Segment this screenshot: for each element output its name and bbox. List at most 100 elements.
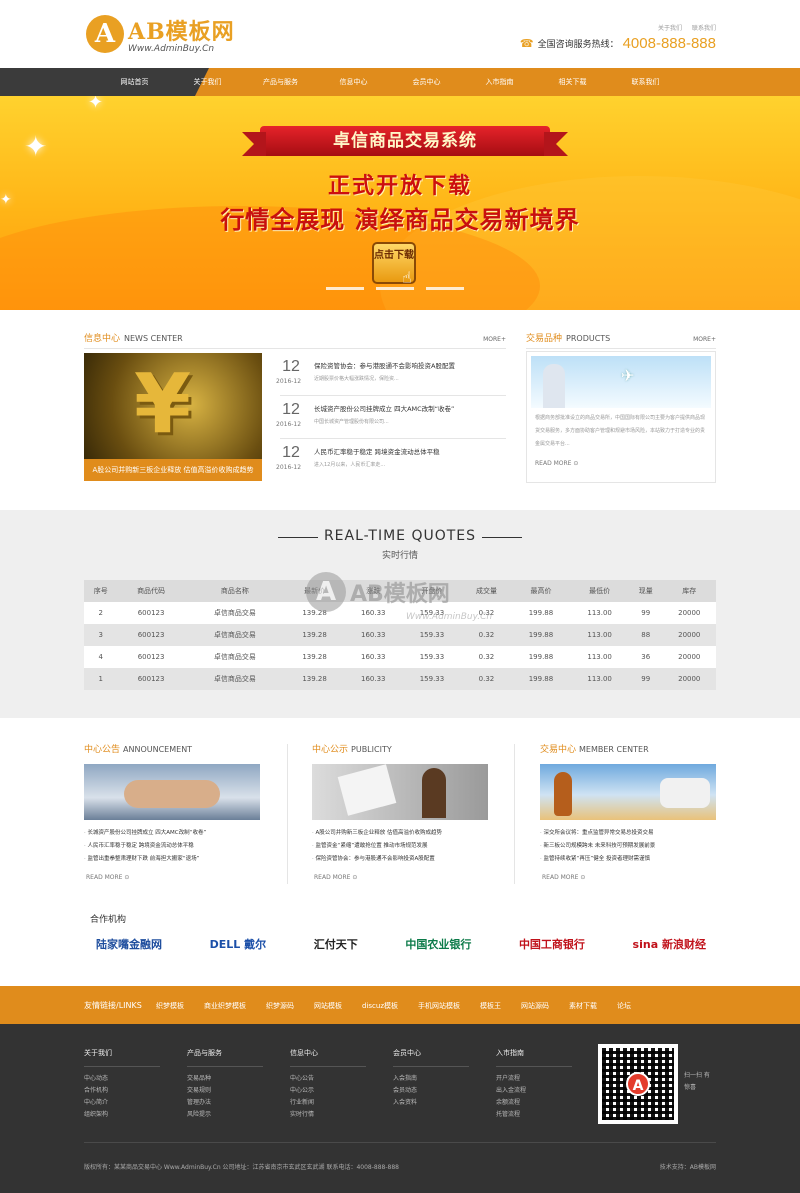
friend-link[interactable]: 商业织梦模板 [204,1001,246,1011]
partner-logo-dell[interactable]: DELL 戴尔 [210,936,267,952]
news-center: 信息中心 NEWS CENTER MORE+ ¥ A股公司并购新三板企业释放 估值… [84,331,506,481]
list-item[interactable]: 长城资产股份公司挂牌成立 四大AMC改制“收卷” [84,827,207,840]
column-title: 交易中心 [540,745,577,755]
col-header: 库存 [662,580,716,602]
table-cell: 160.33 [343,646,403,668]
friend-link[interactable]: 手机网站模板 [418,1001,460,1011]
partner-logo-huifu[interactable]: 汇付天下 [314,936,358,952]
nav-item-contact[interactable]: 联系我们 [609,68,682,96]
footer: 关于我们 中心动态 合作机构 中心简介 组织架构 产品与服务 交易品种 交易规则 管理办法 风险提… [0,1024,800,1193]
footer-link[interactable]: 实时行情 [290,1109,393,1121]
partner-logos: 陆家嘴金融网 DELL 戴尔 汇付天下 中国农业银行 中国工商银行 sina 新… [96,936,706,952]
friend-link[interactable]: 论坛 [617,1001,631,1011]
partner-logo-sina[interactable]: sina 新浪财经 [633,936,706,952]
product-image[interactable]: ✈ [531,356,711,408]
news-item[interactable]: 12 2016-12 保险资管协会：参与港股通不会影响投资A股配置 近期股票价格… [276,353,506,396]
footer-link[interactable]: 交易品种 [187,1073,290,1085]
site-logo[interactable]: A AB模板网 Www.AdminBuy.Cn [86,14,235,54]
footer-link[interactable]: 中心简介 [84,1097,187,1109]
nav-item-products[interactable]: 产品与服务 [244,68,317,96]
list-item[interactable]: 人民币汇率稳于稳定 跨境资金流动总体平稳 [84,840,206,853]
read-more-link[interactable]: READ MORE ⊙ [542,874,585,881]
footer-link[interactable]: 行业新闻 [290,1097,393,1109]
nav-item-news[interactable]: 信息中心 [317,68,390,96]
slider-dot[interactable] [426,287,464,290]
read-more-link[interactable]: READ MORE ⊙ [314,874,357,881]
table-cell: 113.00 [570,602,629,624]
footer-link[interactable]: 入会资料 [393,1097,496,1109]
partner-logo-abc[interactable]: 中国农业银行 [405,936,471,952]
footer-link[interactable]: 风险提示 [187,1109,290,1121]
about-link[interactable]: 关于我们 [658,25,682,32]
news-more-link[interactable]: MORE+ [483,336,506,343]
contact-link[interactable]: 联系我们 [692,25,716,32]
news-title[interactable]: 保险资管协会：参与港股通不会影响投资A股配置 [314,360,455,370]
friend-link[interactable]: 织梦源码 [266,1001,294,1011]
hero-banner[interactable]: ✦ ✦ ✦ 卓信商品交易系统 正式开放下载 行情全展现 演绎商品交易新境界 点击… [0,96,800,310]
partner-logo-icbc[interactable]: 中国工商银行 [519,936,585,952]
products-title-en: PRODUCTS [566,334,611,343]
list-item[interactable]: 深交所会议将：重点监管异常交易总投资交易 [540,827,655,840]
footer-link[interactable]: 交易规则 [187,1085,290,1097]
friend-link[interactable]: 网站模板 [314,1001,342,1011]
footer-link[interactable]: 组织架构 [84,1109,187,1121]
table-cell: 20000 [662,646,716,668]
table-row[interactable]: 4 600123 卓信商品交易 139.28 160.33 159.33 0.32 199.8… [84,646,716,668]
nav-item-guide[interactable]: 入市指南 [463,68,536,96]
footer-link[interactable]: 中心公告 [290,1073,393,1085]
qr-caption: 扫一扫 有惊喜 [684,1072,710,1091]
slider-dot[interactable] [376,287,414,290]
list-item[interactable]: A股公司并购新三板企业释放 估值高溢价收购成趋势 [312,827,443,840]
news-desc: 中国长城资产管理股份有限公司... [314,419,389,425]
news-title[interactable]: 人民币汇率稳于稳定 跨境资金流动总体平稳 [314,446,440,456]
slider-dot[interactable] [326,287,364,290]
city-vase-image[interactable] [540,764,716,820]
partner-logo-lujiazui[interactable]: 陆家嘴金融网 [96,936,162,952]
product-read-more[interactable]: READ MORE ⊙ [535,460,578,467]
list-item[interactable]: 监管出重拳整肃理财下跌 前海担大搬家“退场” [84,853,206,866]
list-item[interactable]: 监管持续收紧“再压”健全 投资者理财需谨慎 [540,853,655,866]
table-row[interactable]: 1 600123 卓信商品交易 139.28 160.33 159.33 0.32 199.8… [84,668,716,690]
friend-link[interactable]: 织梦模板 [156,1001,184,1011]
nav-item-about[interactable]: 关于我们 [171,68,244,96]
friend-link[interactable]: 网站源码 [521,1001,549,1011]
table-cell: 4 [84,646,118,668]
news-item[interactable]: 12 2016-12 长城资产股份公司挂牌成立 四大AMC改制“收卷” 中国长城… [276,396,506,439]
arrow-circle-icon: ⊙ [124,874,130,881]
footer-link[interactable]: 中心公示 [290,1085,393,1097]
newspaper-woman-image[interactable] [312,764,488,820]
read-more-link[interactable]: READ MORE ⊙ [86,874,129,881]
friend-link[interactable]: discuz模板 [362,1001,398,1011]
footer-link[interactable]: 中心动态 [84,1073,187,1085]
table-cell: 600123 [117,646,185,668]
news-title-en: NEWS CENTER [124,334,183,343]
news-feature-image[interactable]: ¥ A股公司并购新三板企业释放 估值高溢价收购成趋势 [84,353,262,481]
footer-link[interactable]: 合作机构 [84,1085,187,1097]
tech-support[interactable]: 技术支持：AB模板网 [660,1162,716,1171]
nav-item-downloads[interactable]: 相关下载 [536,68,609,96]
footer-link[interactable]: 托管流程 [496,1109,599,1121]
list-item[interactable]: 新三板公司规模跨未 未来科技可预期发展前景 [540,840,656,853]
footer-link[interactable]: 余额流程 [496,1097,599,1109]
footer-link[interactable]: 开户流程 [496,1073,599,1085]
products-more-link[interactable]: MORE+ [693,336,716,343]
column-title: 中心公示 [312,745,349,755]
list-item[interactable]: 监管资金“紧缩”遭敢抢位置 推动市场规范发展 [312,840,442,853]
table-row[interactable]: 3 600123 卓信商品交易 139.28 160.33 159.33 0.32 199.8… [84,624,716,646]
banner-ribbon: 卓信商品交易系统 [242,126,568,156]
footer-link[interactable]: 管理办法 [187,1097,290,1109]
nav-item-home[interactable]: 网站首页 [98,68,171,96]
footer-link[interactable]: 会员动态 [393,1085,496,1097]
news-desc: 进入12月以来，人民币汇率走... [314,462,386,468]
footer-link[interactable]: 入会指南 [393,1073,496,1085]
list-item[interactable]: 保险资管协会：参与港股通不会影响投资A股配置 [312,853,442,866]
friend-link[interactable]: 素材下载 [569,1001,597,1011]
nav-item-members[interactable]: 会员中心 [390,68,463,96]
footer-link[interactable]: 出入金流程 [496,1085,599,1097]
teamwork-hands-image[interactable] [84,764,260,820]
news-title[interactable]: 长城资产股份公司挂牌成立 四大AMC改制“收卷” [314,403,454,413]
news-feature-caption[interactable]: A股公司并购新三板企业释放 估值高溢价收购成趋势 [84,459,262,481]
friend-link[interactable]: 模板王 [480,1001,501,1011]
news-item[interactable]: 12 2016-12 人民币汇率稳于稳定 跨境资金流动总体平稳 进入12月以来，… [276,439,506,482]
column-divider [287,744,288,884]
